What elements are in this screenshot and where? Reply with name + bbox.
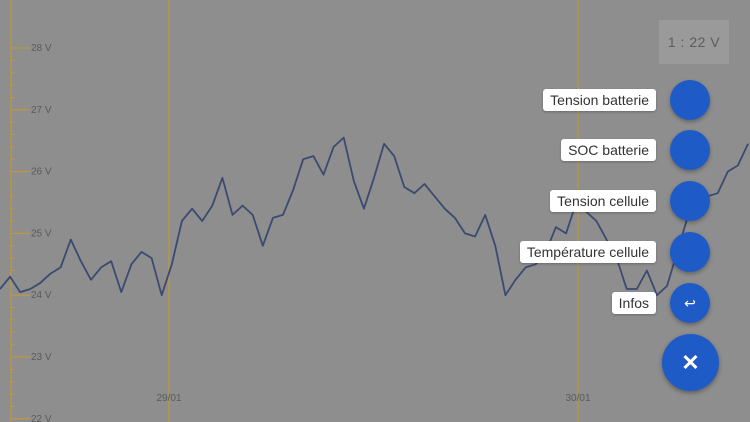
menu-label-tension-cellule[interactable]: Tension cellule <box>550 190 656 212</box>
x-axis: 29/01 30/01 <box>156 0 591 422</box>
y-tick-label: 22 V <box>31 414 52 422</box>
y-axis: 28 V 27 V 26 V 25 V 24 V 23 V 22 V <box>10 0 52 422</box>
menu-item-temperature-cellule[interactable]: Température cellule <box>519 232 710 272</box>
y-tick-label: 26 V <box>31 167 52 178</box>
x-tick-label: 29/01 <box>156 393 181 404</box>
close-icon: ✕ <box>681 349 700 375</box>
menu-label-infos[interactable]: Infos <box>611 292 656 314</box>
y-tick-label: 25 V <box>31 228 52 239</box>
x-tick-label: 30/01 <box>565 393 590 404</box>
y-tick-label: 27 V <box>31 105 52 116</box>
menu-item-tension-cellule[interactable]: Tension cellule <box>550 181 710 221</box>
y-tick-label: 24 V <box>31 290 52 301</box>
close-menu-button[interactable]: ✕ <box>662 334 719 391</box>
y-tick-label: 28 V <box>31 43 52 54</box>
temperature-cellule-button[interactable] <box>670 232 710 272</box>
infos-button[interactable]: ↩ <box>670 283 710 323</box>
menu-item-soc-batterie[interactable]: SOC batterie <box>561 130 710 170</box>
tension-batterie-button[interactable] <box>670 80 710 120</box>
soc-batterie-button[interactable] <box>670 130 710 170</box>
menu-item-infos[interactable]: Infos ↩ <box>611 283 710 323</box>
voltage-readout: 1 : 22 V <box>659 20 729 64</box>
tension-cellule-button[interactable] <box>670 181 710 221</box>
menu-label-temperature-cellule[interactable]: Température cellule <box>519 241 656 263</box>
menu-label-tension-batterie[interactable]: Tension batterie <box>543 89 656 111</box>
menu-item-tension-batterie[interactable]: Tension batterie <box>543 80 710 120</box>
menu-label-soc-batterie[interactable]: SOC batterie <box>561 139 656 161</box>
y-tick-label: 23 V <box>31 352 52 363</box>
return-icon: ↩ <box>684 294 696 311</box>
